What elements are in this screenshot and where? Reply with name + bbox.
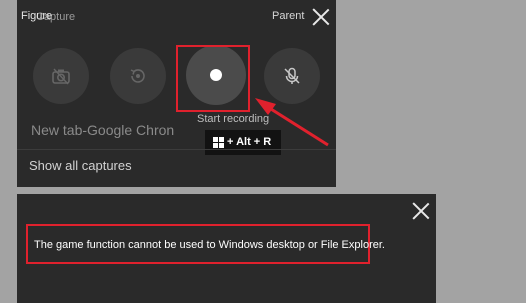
notification-dialog: The game function cannot be used to Wind… — [17, 194, 436, 303]
dialog-close-icon[interactable] — [412, 202, 430, 220]
error-message: The game function cannot be used to Wind… — [34, 239, 385, 251]
